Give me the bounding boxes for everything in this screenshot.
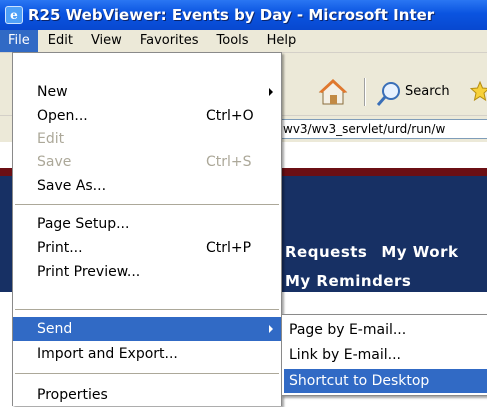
menu-bar: File Edit View Favorites Tools Help [0, 30, 487, 53]
menu-item-page-setup[interactable]: Page Setup... [13, 212, 281, 236]
menu-item-edit: Edit [37, 131, 65, 147]
menu-item-import-export[interactable]: Import and Export... [13, 342, 281, 366]
address-input[interactable]: wv3/wv3_servlet/urd/run/w [260, 119, 487, 139]
favorites-star-icon[interactable] [470, 80, 487, 102]
menu-item-print[interactable]: Print... Ctrl+P [13, 236, 281, 260]
toolbar-separator [364, 78, 366, 106]
search-button-label[interactable]: Search [405, 84, 450, 99]
menu-item-open[interactable]: Open... Ctrl+O [13, 104, 281, 128]
nav-mywork-link[interactable]: My Work [381, 243, 458, 261]
submenu-arrow-icon [269, 325, 273, 333]
submenu-item-page-by-email[interactable]: Page by E-mail... [284, 318, 487, 342]
menu-edit[interactable]: Edit [40, 30, 81, 52]
menu-view[interactable]: View [83, 30, 130, 52]
menu-tools[interactable]: Tools [209, 30, 257, 52]
menu-item-new[interactable]: New [13, 80, 281, 104]
send-submenu: Page by E-mail... Link by E-mail... Shor… [281, 314, 487, 396]
file-menu: New Open... Ctrl+O Edit Save Ctrl+S Save… [12, 52, 282, 406]
menu-item-properties[interactable]: Properties [13, 383, 281, 407]
menu-help[interactable]: Help [259, 30, 305, 52]
menu-item-print-preview[interactable]: Print Preview... [13, 260, 281, 284]
menu-item-save-as[interactable]: Save As... [13, 174, 281, 198]
menu-item-send[interactable]: Send [13, 317, 281, 341]
menu-favorites[interactable]: Favorites [132, 30, 207, 52]
nav-requests-link[interactable]: Requests [285, 243, 367, 261]
window-title-bar[interactable]: e R25 WebViewer: Events by Day - Microso… [0, 0, 487, 30]
menu-item-save: Save Ctrl+S [37, 154, 252, 170]
home-icon[interactable] [318, 77, 348, 107]
menu-separator [15, 204, 279, 205]
submenu-item-shortcut-to-desktop[interactable]: Shortcut to Desktop [284, 369, 487, 393]
page-nav-links: Requests My Work [285, 243, 472, 261]
search-icon[interactable] [376, 81, 402, 107]
menu-separator [15, 309, 279, 310]
ie-logo-icon: e [5, 6, 23, 24]
window-title: R25 WebViewer: Events by Day - Microsoft… [28, 6, 435, 24]
menu-separator [15, 373, 279, 374]
submenu-item-link-by-email[interactable]: Link by E-mail... [284, 343, 487, 367]
nav-reminders-link[interactable]: My Reminders [285, 272, 487, 292]
menu-file[interactable]: File [0, 30, 38, 52]
submenu-arrow-icon [269, 88, 273, 96]
